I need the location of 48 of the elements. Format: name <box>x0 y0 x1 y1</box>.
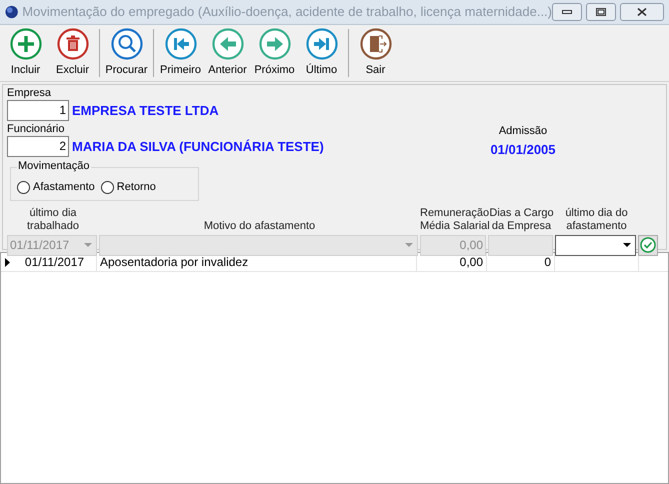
maximize-icon <box>596 8 606 16</box>
group-label: Movimentação <box>17 160 91 173</box>
table-cell: 0 <box>487 253 555 271</box>
door-icon <box>360 28 392 60</box>
radio-button[interactable] <box>17 180 30 194</box>
dropdown-arrow-icon <box>623 243 631 247</box>
plus-icon <box>10 28 42 60</box>
radio-label: Afastamento <box>33 180 95 195</box>
minimize-button[interactable] <box>552 3 582 21</box>
trash-icon <box>56 28 88 60</box>
radio-button[interactable] <box>100 180 114 194</box>
toolbar-button[interactable]: Último <box>298 25 345 81</box>
field-label: Admissão <box>498 124 548 139</box>
column-header: Motivo do afastamento <box>202 220 316 233</box>
company-name: EMPRESA TESTE LTDA <box>72 102 219 120</box>
app-icon <box>5 5 18 19</box>
search-icon <box>110 28 142 60</box>
dropdown-arrow-icon <box>405 243 413 247</box>
dropdown-arrow-icon <box>84 243 92 247</box>
toolbar-button[interactable]: Anterior <box>204 25 251 81</box>
employee-code-field[interactable]: 2 <box>7 136 69 157</box>
radio-label: Retorno <box>116 180 156 195</box>
admission-date: 01/01/2005 <box>490 140 556 158</box>
window-title: Movimentação do empregado (Auxílio-doença, acidente de trabalho, licença maternidade...) <box>22 3 552 22</box>
employee-name: MARIA DA SILVA (FUNCIONÁRIA TESTE) <box>72 138 324 156</box>
toolbar-button[interactable]: Incluir <box>2 25 49 81</box>
close-icon <box>637 8 647 16</box>
company-code-field[interactable]: 1 <box>7 100 69 121</box>
column-header: último dia trabalhado <box>26 207 80 233</box>
column-header: Dias a Cargo da Empresa <box>488 207 555 233</box>
toolbar-button[interactable]: Primeiro <box>157 25 204 81</box>
checkmark-icon <box>640 237 656 253</box>
table-cell: 01/11/2017 <box>13 253 97 271</box>
confirm-button[interactable] <box>638 234 658 256</box>
column-header: último dia do afastamento <box>564 207 629 233</box>
minimize-icon <box>562 10 572 14</box>
toolbar-button[interactable]: Próximo <box>251 25 298 81</box>
dropdown-field[interactable] <box>555 234 636 256</box>
field-label: Empresa <box>7 87 52 100</box>
toolbar-button[interactable]: Procurar <box>103 25 150 81</box>
maximize-button[interactable] <box>586 3 616 21</box>
toolbar-button[interactable]: Excluir <box>49 25 96 81</box>
field-label: Funcionário <box>7 123 66 136</box>
toolbar-button[interactable]: Sair <box>352 25 399 81</box>
close-button[interactable] <box>620 3 664 21</box>
column-header: Remuneração Média Salarial <box>420 207 488 233</box>
table-cell: 0,00 <box>417 253 487 271</box>
table-cell: Aposentadoria por invalidez <box>97 253 417 271</box>
